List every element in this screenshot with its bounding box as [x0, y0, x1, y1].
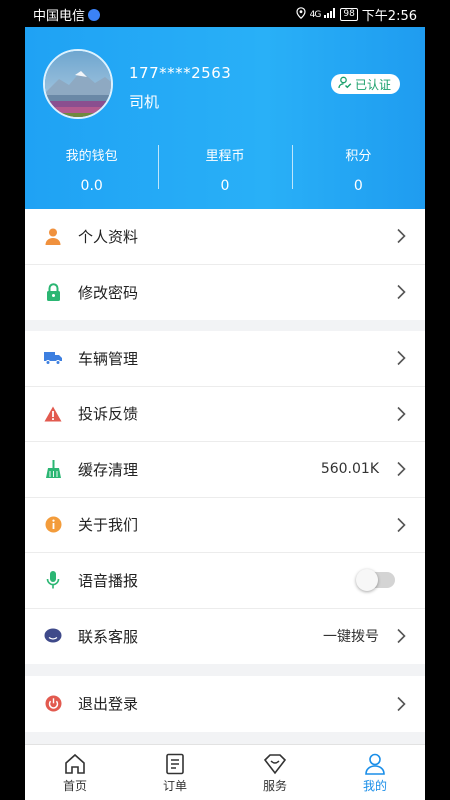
menu-label: 车辆管理	[78, 349, 139, 368]
menu-group-settings: 车辆管理 投诉反馈 缓存清理 560.01K 关于我们 语音播报 联系客服 一键…	[25, 331, 425, 664]
location-icon	[296, 6, 306, 23]
signal-bars-icon	[324, 7, 336, 22]
chevron-right-icon	[397, 351, 406, 366]
clock: 下午2:56	[361, 9, 417, 24]
bottom-tab-bar: 首页 订单 服务 我的	[25, 744, 425, 800]
signal-icon: 4G	[309, 9, 322, 20]
home-icon	[65, 753, 85, 774]
stats-row: 我的钱包 0.0 里程币 0 积分 0	[25, 137, 425, 197]
menu-label: 个人资料	[78, 227, 139, 246]
stat-mileage-coins[interactable]: 里程币 0	[158, 137, 291, 197]
info-icon	[44, 516, 62, 534]
stat-label: 里程币	[205, 149, 245, 164]
menu-item-profile[interactable]: 个人资料	[25, 209, 425, 265]
verified-person-icon	[338, 76, 352, 92]
tab-label: 首页	[62, 779, 87, 793]
voice-broadcast-toggle[interactable]	[356, 569, 395, 592]
tab-label: 服务	[262, 779, 287, 793]
tab-orders[interactable]: 订单	[125, 745, 225, 800]
stat-value: 0.0	[80, 178, 103, 194]
stat-value: 0	[220, 178, 230, 194]
app-screen: 中国电信 4G 98 下午2:56 177****2563 司机 已认证 我的钱…	[25, 0, 425, 800]
menu-item-change-password[interactable]: 修改密码	[25, 265, 425, 321]
power-icon	[44, 695, 62, 713]
stat-label: 我的钱包	[65, 149, 118, 164]
tab-mine[interactable]: 我的	[325, 745, 425, 800]
menu-item-vehicle-management[interactable]: 车辆管理	[25, 331, 425, 387]
chevron-right-icon	[397, 229, 406, 244]
menu-item-complaint-feedback[interactable]: 投诉反馈	[25, 387, 425, 442]
user-icon	[365, 753, 385, 775]
chevron-right-icon	[397, 462, 406, 477]
truck-icon	[44, 349, 62, 367]
chat-icon	[44, 627, 62, 645]
menu-item-clear-cache[interactable]: 缓存清理 560.01K	[25, 442, 425, 498]
verified-badge: 已认证	[331, 74, 401, 94]
cache-size-value: 560.01K	[320, 461, 379, 478]
menu-label: 联系客服	[78, 627, 139, 646]
menu-label: 语音播报	[78, 571, 139, 590]
avatar[interactable]	[43, 49, 113, 119]
person-icon	[44, 227, 62, 245]
chevron-right-icon	[397, 629, 406, 644]
heart-diamond-icon	[263, 754, 287, 775]
menu-label: 修改密码	[78, 283, 139, 302]
chevron-right-icon	[397, 285, 406, 300]
tab-label: 我的	[362, 779, 387, 793]
chevron-right-icon	[397, 517, 406, 532]
stat-label: 积分	[345, 149, 372, 164]
stat-wallet[interactable]: 我的钱包 0.0	[25, 137, 158, 197]
menu-group-account: 个人资料 修改密码	[25, 209, 425, 320]
menu-item-logout[interactable]: 退出登录	[25, 676, 425, 732]
tab-services[interactable]: 服务	[225, 745, 325, 800]
document-icon	[166, 753, 184, 775]
chevron-right-icon	[397, 696, 406, 711]
menu-label: 关于我们	[78, 516, 139, 535]
tab-label: 订单	[162, 779, 187, 793]
lock-icon	[44, 283, 62, 302]
chevron-right-icon	[397, 406, 406, 421]
user-role: 司机	[129, 93, 160, 111]
verified-label: 已认证	[355, 77, 392, 92]
menu-item-about-us[interactable]: 关于我们	[25, 498, 425, 553]
menu-group-logout: 退出登录	[25, 676, 425, 732]
battery-indicator: 98	[340, 8, 358, 21]
profile-header: 177****2563 司机 已认证 我的钱包 0.0 里程币 0 积分 0	[25, 27, 425, 209]
tab-home[interactable]: 首页	[25, 745, 125, 800]
stat-value: 0	[353, 178, 363, 194]
menu-label: 缓存清理	[78, 460, 139, 479]
toggle-knob	[356, 569, 378, 592]
hd-call-icon	[88, 8, 101, 21]
menu-label: 投诉反馈	[78, 405, 139, 424]
microphone-icon	[44, 571, 62, 589]
broom-icon	[44, 460, 62, 479]
one-click-dial-label: 一键拨号	[323, 629, 379, 646]
warning-icon	[44, 405, 62, 423]
phone-number: 177****2563	[129, 64, 232, 82]
status-bar: 中国电信 4G 98 下午2:56	[25, 0, 425, 27]
carrier-name: 中国电信	[33, 9, 86, 24]
menu-label: 退出登录	[78, 695, 139, 714]
menu-item-voice-broadcast: 语音播报	[25, 553, 425, 609]
menu-item-contact-support[interactable]: 联系客服 一键拨号	[25, 609, 425, 665]
stat-points[interactable]: 积分 0	[291, 137, 425, 197]
